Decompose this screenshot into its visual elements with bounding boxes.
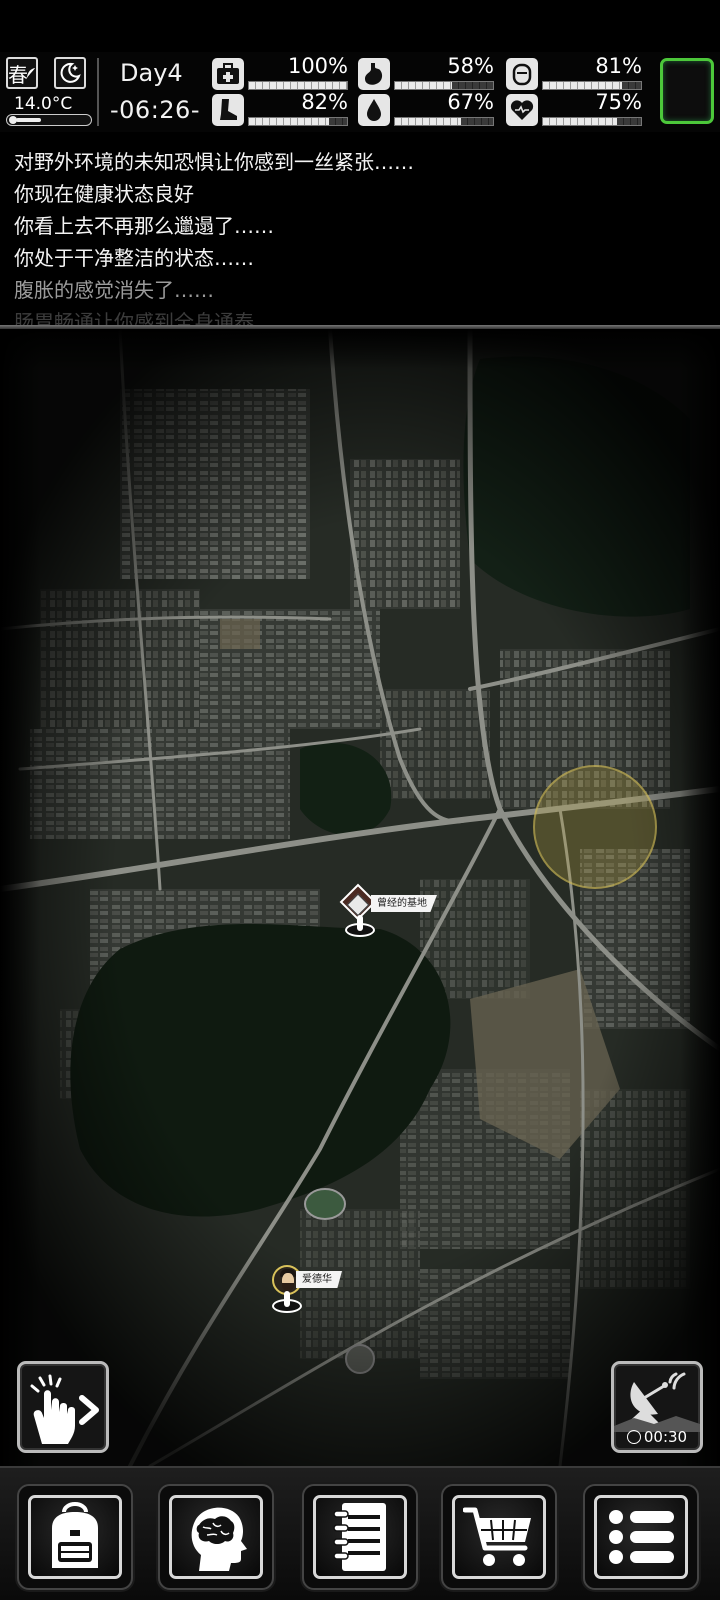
- stat-thirst-bar: [394, 117, 494, 126]
- season-label: 春: [8, 62, 28, 87]
- location-pin: [345, 915, 375, 937]
- temperature-value: 14.0°C: [14, 94, 73, 114]
- log-line: 你现在健康状态良好: [14, 182, 194, 206]
- stomach-icon: [358, 58, 390, 90]
- journal-button[interactable]: [302, 1484, 418, 1590]
- area-zone[interactable]: [533, 765, 657, 889]
- hud-divider: [97, 58, 99, 126]
- stat-hunger-value: 58%: [447, 54, 494, 78]
- season-indicator: 春: [6, 57, 38, 89]
- heart-icon: [506, 94, 538, 126]
- game-clock: -06:26-: [110, 96, 200, 124]
- map-marker-label: 爱德华: [296, 1271, 342, 1288]
- stat-mood-bar: [542, 117, 642, 126]
- medkit-icon: [212, 58, 244, 90]
- stat-thirst-value: 67%: [447, 90, 494, 114]
- backpack-icon: [52, 1502, 98, 1568]
- stat-mood: 75%: [506, 90, 644, 128]
- radar-cooldown: 00:30: [614, 1428, 700, 1446]
- menu-icon: [609, 1510, 674, 1564]
- log-line: 你处于干净整洁的状态……: [14, 246, 254, 270]
- boot-icon: [212, 94, 244, 126]
- moon-star-icon: [54, 57, 86, 89]
- stat-health-bar: [248, 81, 348, 90]
- log-line: 肠胃畅通让你感到全身通泰: [14, 310, 254, 326]
- brain-head-icon: [191, 1507, 247, 1571]
- radar-button[interactable]: 00:30: [611, 1361, 703, 1453]
- satellite-dish-icon: [614, 1372, 700, 1432]
- map-vignette: [0, 329, 720, 369]
- radar-time-value: 00:30: [643, 1428, 688, 1446]
- log-line: 腹胀的感觉消失了……: [14, 278, 214, 302]
- stat-cleanliness: 81%: [506, 54, 644, 92]
- menu-button[interactable]: [583, 1484, 699, 1590]
- map-vignette: [680, 329, 720, 1466]
- map-vignette: [0, 329, 40, 1466]
- log-line: 你看上去不再那么邋遢了……: [14, 214, 274, 238]
- satellite-map[interactable]: 曾经的基地 爱德华 00:30: [0, 329, 720, 1466]
- shop-button[interactable]: [441, 1484, 557, 1590]
- stat-stamina-bar: [248, 117, 348, 126]
- stat-stamina-value: 82%: [301, 90, 348, 114]
- notebook-icon: [333, 1503, 386, 1571]
- map-marker-label: 曾经的基地: [371, 895, 437, 912]
- soap-icon: [506, 58, 538, 90]
- stat-health-value: 100%: [287, 54, 348, 78]
- stat-thirst: 67%: [358, 90, 496, 128]
- thermometer-fill: [16, 118, 42, 122]
- backpack-button[interactable]: [17, 1484, 133, 1590]
- stat-cleanliness-bar: [542, 81, 642, 90]
- message-log[interactable]: 对野外环境的未知恐惧让你感到一丝紧张…… 你现在健康状态良好 你看上去不再那么邋…: [0, 136, 720, 326]
- stat-hunger: 58%: [358, 54, 496, 92]
- cart-icon: [463, 1507, 531, 1566]
- water-drop-icon: [358, 94, 390, 126]
- tap-hand-arrow-icon: [30, 1374, 99, 1444]
- interact-button[interactable]: [17, 1361, 109, 1453]
- status-hud: 春 14.0°C Day4 -06:26- 100% 58% 81% 82% 6…: [0, 52, 720, 132]
- stat-mood-value: 75%: [595, 90, 642, 114]
- clock-icon: [626, 1430, 641, 1444]
- stat-health: 100%: [212, 54, 350, 92]
- stat-stamina: 82%: [212, 90, 350, 128]
- feather-icon: [26, 68, 36, 78]
- stat-hunger-bar: [394, 81, 494, 90]
- day-counter: Day4: [120, 59, 183, 87]
- stat-cleanliness-value: 81%: [595, 54, 642, 78]
- thermometer-bar: [6, 114, 92, 126]
- skills-button[interactable]: [158, 1484, 274, 1590]
- bottom-nav: [0, 1466, 720, 1600]
- location-pin: [272, 1291, 302, 1313]
- log-line: 对野外环境的未知恐惧让你感到一丝紧张……: [14, 150, 414, 174]
- status-panel-button[interactable]: [660, 58, 714, 124]
